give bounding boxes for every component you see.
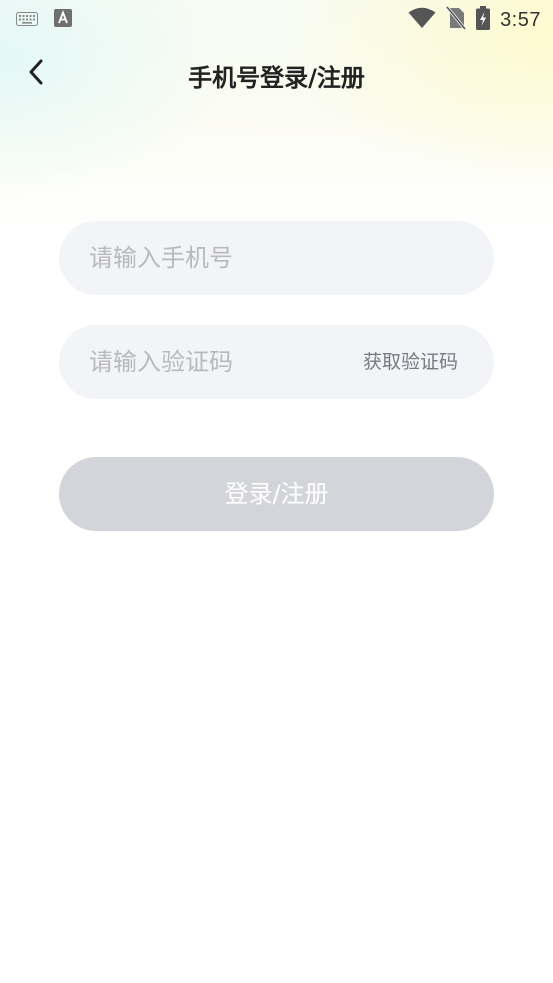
battery-charging-icon bbox=[476, 6, 491, 34]
status-bar: 3:57 bbox=[0, 0, 553, 38]
status-right-icons: 3:57 bbox=[408, 6, 541, 34]
verification-code-input[interactable] bbox=[89, 325, 329, 399]
get-code-button[interactable]: 获取验证码 bbox=[363, 325, 458, 399]
phone-input[interactable] bbox=[89, 221, 469, 295]
page-title: 手机号登录/注册 bbox=[188, 64, 365, 92]
keyboard-icon bbox=[16, 11, 38, 30]
phone-field[interactable] bbox=[59, 221, 494, 295]
nav-bar: 手机号登录/注册 bbox=[0, 48, 553, 100]
status-left-icons bbox=[16, 9, 72, 31]
text-a-icon bbox=[54, 9, 72, 31]
status-time: 3:57 bbox=[500, 8, 541, 31]
verification-code-field[interactable]: 获取验证码 bbox=[59, 325, 494, 399]
no-sim-icon bbox=[445, 6, 467, 34]
wifi-icon bbox=[408, 7, 436, 33]
login-register-button[interactable]: 登录/注册 bbox=[59, 457, 494, 531]
